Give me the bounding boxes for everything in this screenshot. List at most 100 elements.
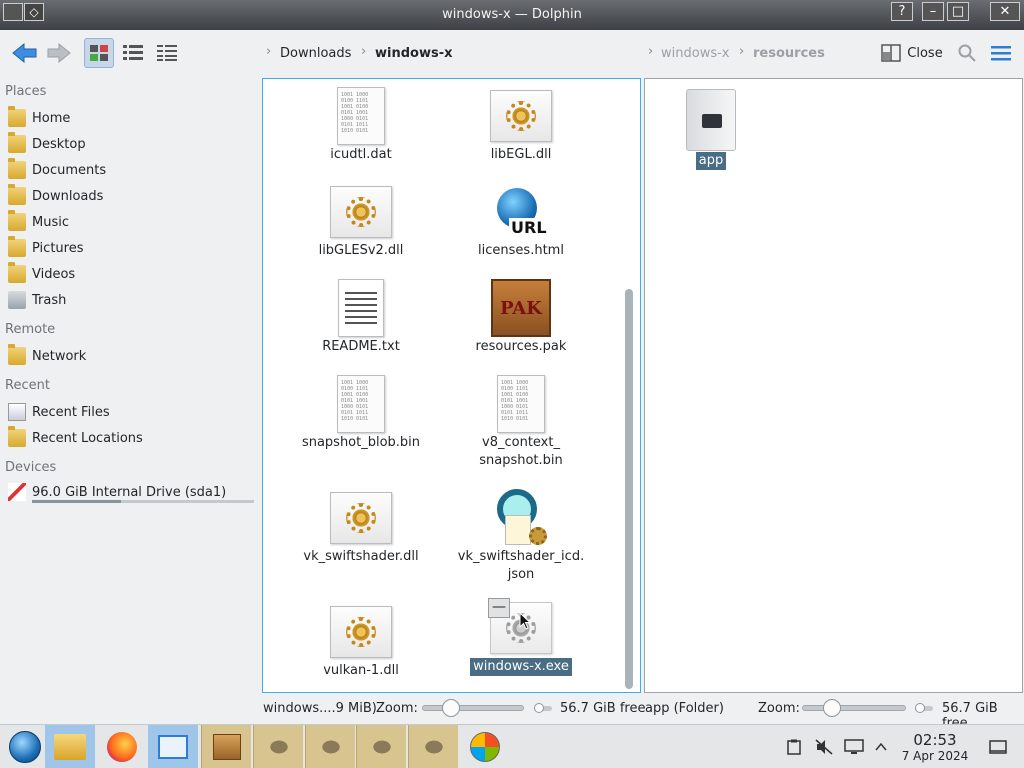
folder-taskbar-icon bbox=[54, 734, 86, 760]
clipboard-icon[interactable] bbox=[785, 739, 803, 755]
taskbar-file-manager[interactable] bbox=[45, 725, 95, 768]
breadcrumb-resources[interactable]: resources bbox=[753, 46, 825, 61]
taskbar-windows-app[interactable] bbox=[460, 725, 510, 768]
search-button[interactable] bbox=[954, 38, 980, 68]
left-zoom-slider[interactable] bbox=[422, 705, 524, 711]
close-window-button[interactable]: ✕ bbox=[990, 2, 1020, 21]
sidebar-item-recent-locations[interactable]: Recent Locations bbox=[8, 426, 258, 449]
left-free-space-indicator bbox=[534, 703, 544, 713]
file-item-resources-pak[interactable]: PAK resources.pak bbox=[446, 278, 596, 356]
file-item-vk-swiftshader-json[interactable]: vk_swiftshader_icd. json bbox=[446, 488, 596, 584]
clock-date: 7 Apr 2024 bbox=[901, 749, 969, 763]
taskbar-archive[interactable] bbox=[201, 725, 251, 768]
chevron-up-icon[interactable] bbox=[874, 739, 888, 755]
left-free-space-text: 56.7 GiB free bbox=[560, 701, 646, 716]
details-view-button[interactable] bbox=[152, 38, 182, 68]
close-split-button[interactable]: Close bbox=[880, 38, 944, 68]
right-free-space-indicator bbox=[915, 703, 925, 713]
help-button[interactable]: ? bbox=[891, 2, 913, 21]
file-item-libglesv2[interactable]: libGLESv2.dll bbox=[286, 182, 436, 260]
right-zoom-label: Zoom: bbox=[758, 701, 800, 716]
breadcrumb-downloads[interactable]: Downloads bbox=[280, 46, 351, 61]
file-item-readme[interactable]: README.txt bbox=[286, 278, 436, 356]
sidebar-item-music[interactable]: Music bbox=[8, 210, 258, 233]
html-url-icon: URL bbox=[495, 186, 549, 238]
sidebar-item-videos[interactable]: Videos bbox=[8, 262, 258, 285]
window-titlebar: ◇ windows-x — Dolphin ? – □ ✕ bbox=[0, 0, 1024, 30]
maximize-button[interactable]: □ bbox=[947, 2, 969, 21]
sidebar-item-trash[interactable]: Trash bbox=[8, 289, 258, 311]
file-item-windows-x-exe[interactable]: — windows-x.exe bbox=[446, 598, 596, 676]
breadcrumb-windows-x[interactable]: windows-x bbox=[375, 46, 453, 61]
file-item-licenses[interactable]: URL licenses.html bbox=[446, 182, 596, 260]
binary-file-icon: 1001 1000 0100 1101 1001 0100 0101 1001 1000… bbox=[497, 375, 545, 433]
taskbar-gimp-3[interactable] bbox=[356, 725, 406, 768]
folder-downloads-icon bbox=[8, 184, 26, 205]
dll-file-icon bbox=[330, 186, 392, 238]
right-zoom-slider[interactable] bbox=[802, 705, 906, 711]
places-sidebar: Places Home Desktop Documents Downloads … bbox=[0, 78, 262, 698]
file-item-vulkan-dll[interactable]: vulkan-1.dll bbox=[286, 602, 436, 680]
file-item-libegl[interactable]: libEGL.dll bbox=[446, 86, 596, 164]
sidebar-item-desktop[interactable]: Desktop bbox=[8, 132, 258, 155]
file-item-vk-swiftshader-dll[interactable]: vk_swiftshader.dll bbox=[286, 488, 436, 566]
search-icon bbox=[958, 44, 976, 62]
chevron-right-icon: › bbox=[361, 44, 367, 59]
window-title: windows-x — Dolphin bbox=[442, 7, 582, 22]
gimp-icon bbox=[263, 736, 294, 758]
pak-file-icon: PAK bbox=[491, 279, 551, 337]
sidebar-item-pictures[interactable]: Pictures bbox=[8, 236, 258, 259]
dll-file-icon bbox=[330, 606, 392, 658]
start-menu-button[interactable] bbox=[0, 725, 50, 768]
taskbar-gimp-1[interactable] bbox=[253, 725, 303, 768]
icons-view-button[interactable] bbox=[84, 38, 114, 68]
folder-item-app[interactable]: app bbox=[636, 88, 786, 170]
right-zoom-slider-handle[interactable] bbox=[823, 699, 841, 717]
sidebar-item-downloads[interactable]: Downloads bbox=[8, 184, 258, 207]
sidebar-item-network[interactable]: Network bbox=[8, 344, 258, 367]
binary-file-icon: 1001 1000 0100 1101 1001 0100 0101 1001 1000… bbox=[337, 87, 385, 145]
firefox-icon bbox=[107, 732, 137, 762]
sidebar-item-home[interactable]: Home bbox=[8, 106, 258, 129]
sidebar-item-documents[interactable]: Documents bbox=[8, 158, 258, 181]
hamburger-menu-button[interactable] bbox=[988, 38, 1014, 68]
back-button[interactable] bbox=[8, 38, 42, 68]
forward-button[interactable] bbox=[44, 38, 74, 68]
right-file-view[interactable] bbox=[644, 78, 1023, 693]
folder-pictures-icon bbox=[8, 236, 26, 257]
drive-icon bbox=[8, 483, 26, 501]
settings-monitor-icon bbox=[158, 735, 188, 759]
left-status-text: windows....9 MiB) bbox=[263, 701, 377, 716]
taskbar-gimp-2[interactable] bbox=[305, 725, 355, 768]
sidebar-item-recent-files[interactable]: Recent Files bbox=[8, 401, 258, 423]
volume-muted-icon[interactable] bbox=[815, 739, 833, 755]
compact-view-button[interactable] bbox=[118, 38, 148, 68]
right-free-space-text: 56.7 GiB free bbox=[942, 701, 998, 731]
gimp-icon bbox=[418, 736, 449, 758]
file-item-v8-context-snapshot[interactable]: 1001 1000 0100 1101 1001 0100 0101 1001 1000… bbox=[446, 374, 596, 470]
breadcrumb-right-windows-x[interactable]: windows-x bbox=[661, 46, 729, 61]
show-desktop-icon[interactable] bbox=[989, 739, 1007, 755]
details-list-icon bbox=[157, 45, 177, 61]
taskbar-gimp-4[interactable] bbox=[408, 725, 458, 768]
text-file-icon bbox=[338, 279, 384, 337]
minimize-button[interactable]: – bbox=[922, 2, 944, 21]
file-item-icudtl[interactable]: 1001 1000 0100 1101 1001 0100 0101 1001 1000… bbox=[286, 86, 436, 164]
recent-header: Recent bbox=[5, 378, 50, 393]
trash-icon bbox=[8, 291, 26, 309]
devices-header: Devices bbox=[5, 460, 57, 475]
scrollbar-thumb[interactable] bbox=[625, 289, 633, 689]
file-item-snapshot-blob[interactable]: 1001 1000 0100 1101 1001 0100 0101 1001 1000… bbox=[286, 374, 436, 452]
dll-file-icon bbox=[490, 90, 552, 142]
chevron-right-icon: › bbox=[266, 44, 272, 59]
collapse-selection-icon[interactable]: — bbox=[488, 598, 510, 618]
clock[interactable]: 02:53 7 Apr 2024 bbox=[895, 731, 975, 763]
drive-usage-bar bbox=[32, 500, 254, 503]
compact-list-icon bbox=[123, 45, 143, 60]
taskbar-system-settings[interactable] bbox=[148, 725, 198, 768]
display-icon[interactable] bbox=[844, 739, 864, 755]
left-zoom-slider-handle[interactable] bbox=[442, 699, 460, 717]
remote-header: Remote bbox=[5, 322, 56, 337]
folder-music-icon bbox=[8, 210, 26, 231]
taskbar-firefox[interactable] bbox=[97, 725, 147, 768]
